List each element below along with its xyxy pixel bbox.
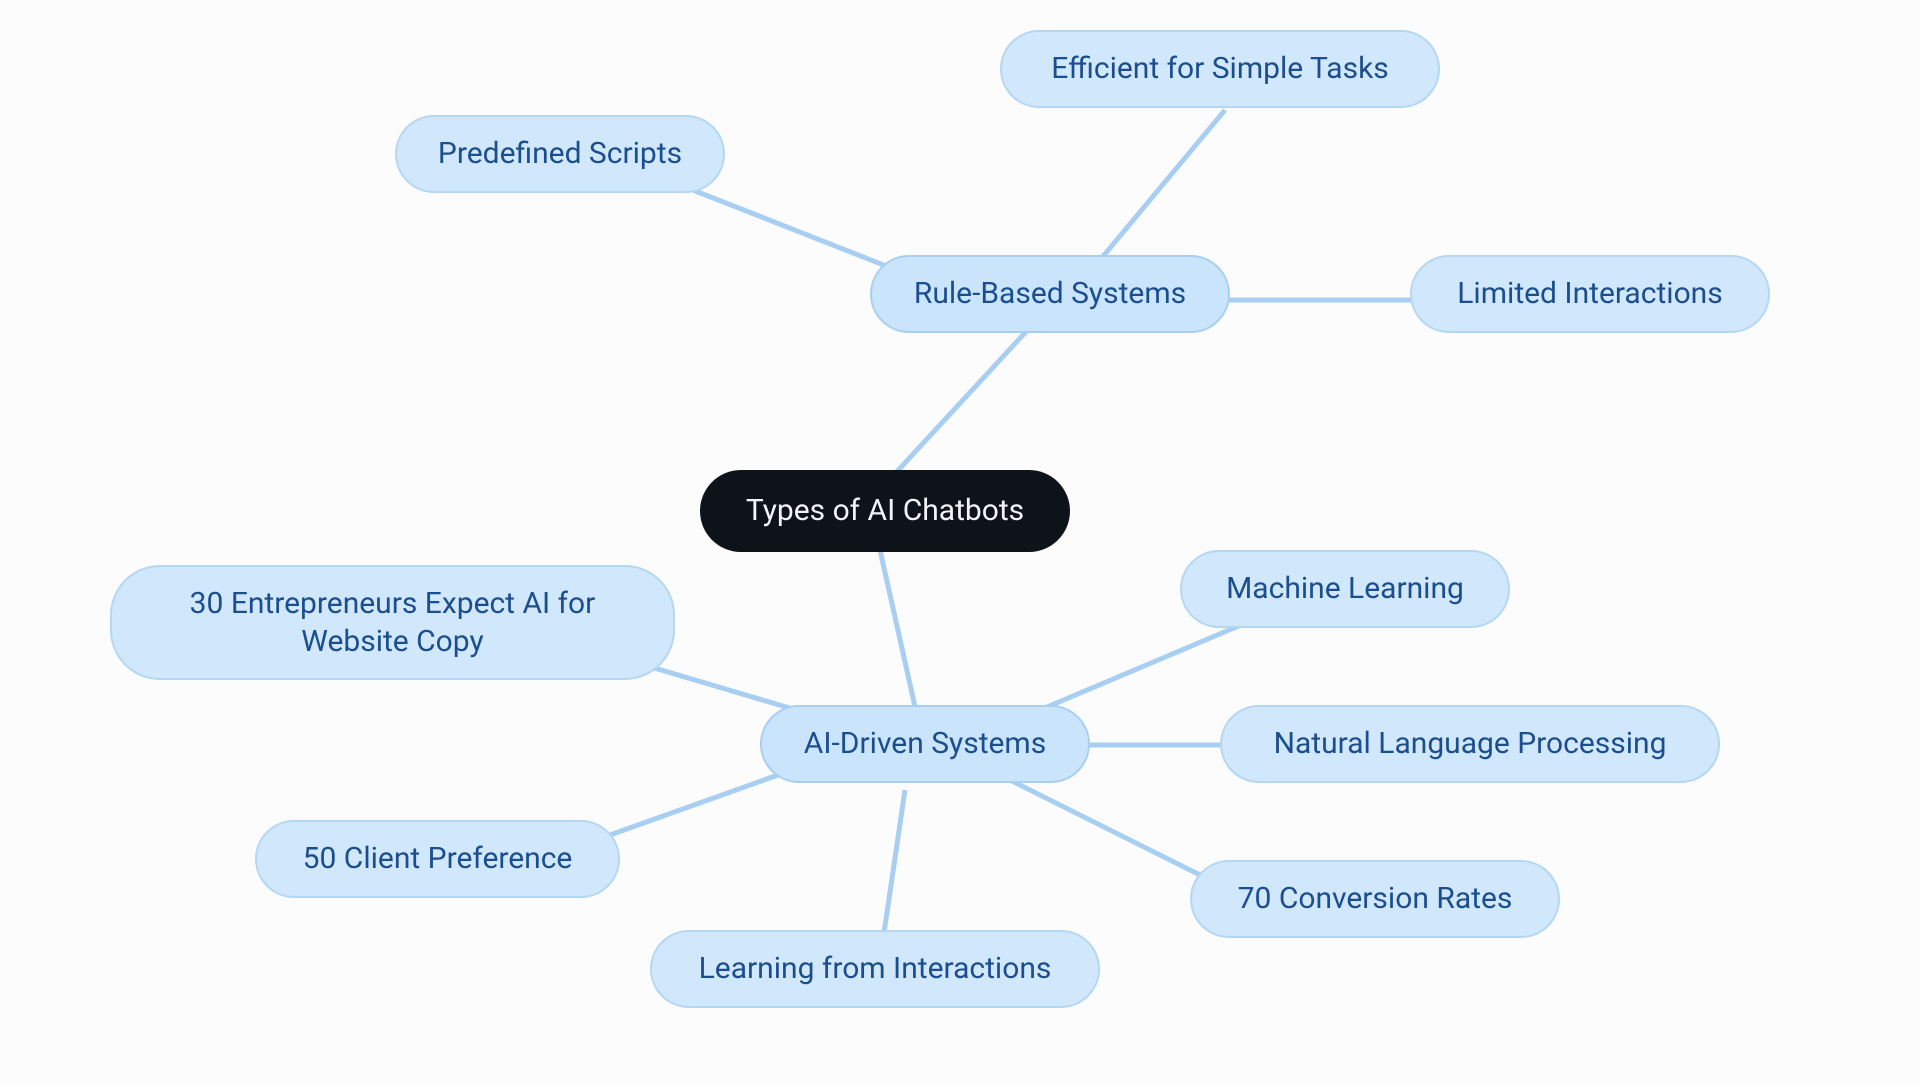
node-30-entrepreneurs-label: 30 Entrepreneurs Expect AI for Website C… bbox=[190, 585, 596, 660]
node-root[interactable]: Types of AI Chatbots bbox=[700, 470, 1070, 552]
node-efficient-simple-tasks[interactable]: Efficient for Simple Tasks bbox=[1000, 30, 1440, 108]
node-efficient-simple-label: Efficient for Simple Tasks bbox=[1051, 50, 1389, 88]
node-predefined-scripts-label: Predefined Scripts bbox=[438, 135, 682, 173]
node-predefined-scripts[interactable]: Predefined Scripts bbox=[395, 115, 725, 193]
node-machine-learning-label: Machine Learning bbox=[1226, 570, 1464, 608]
node-nlp-label: Natural Language Processing bbox=[1274, 725, 1667, 763]
node-50-client-preference-label: 50 Client Preference bbox=[303, 840, 573, 878]
mindmap-canvas: Types of AI Chatbots Rule-Based Systems … bbox=[0, 0, 1920, 1083]
node-learning-from-label: Learning from Interactions bbox=[699, 950, 1052, 988]
node-70-conversion-label: 70 Conversion Rates bbox=[1238, 880, 1513, 918]
node-machine-learning[interactable]: Machine Learning bbox=[1180, 550, 1510, 628]
node-rule-based-label: Rule-Based Systems bbox=[914, 275, 1186, 313]
edge-rulebased-efficient bbox=[1100, 110, 1225, 260]
node-limited-interactions-label: Limited Interactions bbox=[1457, 275, 1722, 313]
node-natural-language-processing[interactable]: Natural Language Processing bbox=[1220, 705, 1720, 783]
edge-root-rulebased bbox=[880, 310, 1046, 490]
node-rule-based-systems[interactable]: Rule-Based Systems bbox=[870, 255, 1230, 333]
node-50-client-preference[interactable]: 50 Client Preference bbox=[255, 820, 620, 898]
node-70-conversion-rates[interactable]: 70 Conversion Rates bbox=[1190, 860, 1560, 938]
edge-root-aidriven bbox=[880, 550, 918, 720]
node-root-label: Types of AI Chatbots bbox=[746, 492, 1024, 530]
node-learning-from-interactions[interactable]: Learning from Interactions bbox=[650, 930, 1100, 1008]
node-ai-driven-label: AI-Driven Systems bbox=[804, 725, 1046, 763]
node-ai-driven-systems[interactable]: AI-Driven Systems bbox=[760, 705, 1090, 783]
node-30-entrepreneurs[interactable]: 30 Entrepreneurs Expect AI for Website C… bbox=[110, 565, 675, 680]
node-limited-interactions[interactable]: Limited Interactions bbox=[1410, 255, 1770, 333]
